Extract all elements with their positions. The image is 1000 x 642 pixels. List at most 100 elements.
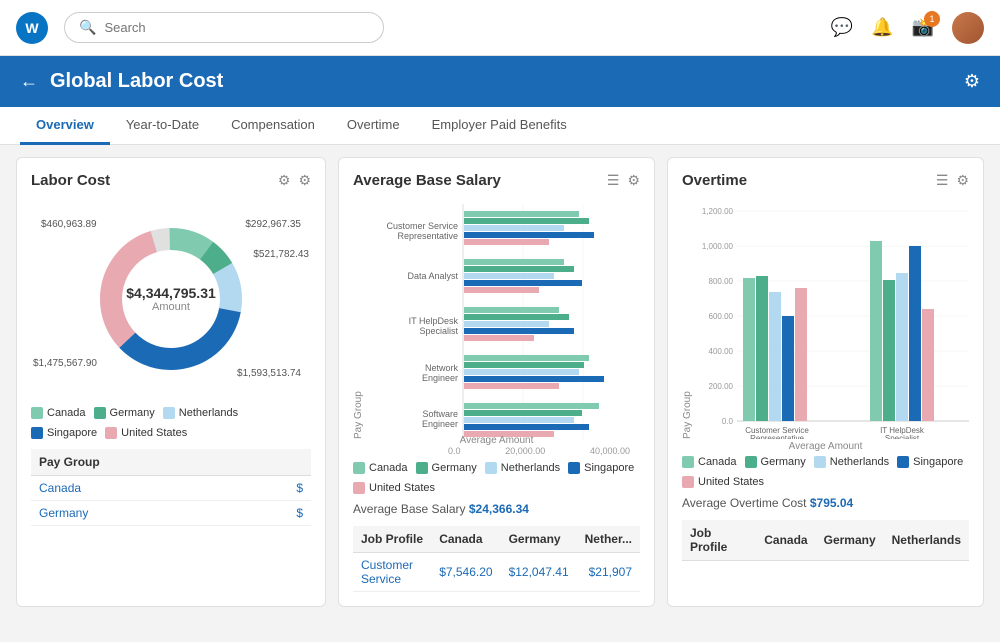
dot bbox=[745, 456, 757, 468]
x-val-20k: 20,000.00 bbox=[505, 446, 545, 456]
overtime-card: Overtime ☰ ⚙ Pay Group 1,200.00 1,000.00… bbox=[667, 157, 984, 607]
legend-dot-usa bbox=[105, 427, 117, 439]
bar bbox=[464, 410, 582, 416]
x-axis-values: 0.0 20,000.00 40,000.00 bbox=[353, 446, 640, 456]
y-axis-label-overtime: Pay Group bbox=[682, 199, 693, 439]
salary-col-canada: Canada bbox=[431, 526, 500, 553]
svg-text:Engineer: Engineer bbox=[422, 373, 458, 383]
x-axis-label-overtime: Average Amount bbox=[682, 441, 969, 452]
ot-col-jobprofile: Job Profile bbox=[682, 520, 756, 561]
legend-germany-ot: Germany bbox=[745, 456, 806, 468]
ot-bar bbox=[743, 278, 755, 421]
legend-singapore-salary: Singapore bbox=[568, 462, 634, 474]
avg-overtime-text: Average Overtime Cost bbox=[682, 496, 807, 510]
bell-icon[interactable]: 🔔 bbox=[871, 17, 893, 38]
bar bbox=[464, 225, 564, 231]
filter-icon[interactable]: ⚙︎ bbox=[278, 172, 291, 189]
settings-icon[interactable]: ⚙ bbox=[964, 71, 980, 92]
search-input[interactable] bbox=[104, 20, 369, 35]
bar bbox=[464, 376, 604, 382]
ot-col-germany: Germany bbox=[816, 520, 884, 561]
segment-label-canada: $460,963.89 bbox=[41, 219, 97, 230]
salary-table: Job Profile Canada Germany Nether... Cus… bbox=[353, 526, 640, 592]
main-content: Labor Cost ⚙︎ ⚙ $460,963.89 $292,967.35 … bbox=[0, 145, 1000, 619]
legend-canada-ot: Canada bbox=[682, 456, 737, 468]
overtime-header: Overtime ☰ ⚙ bbox=[682, 172, 969, 189]
legend-netherlands-ot: Netherlands bbox=[814, 456, 889, 468]
back-button[interactable]: ← bbox=[20, 71, 38, 92]
overtime-chart-area: Pay Group 1,200.00 1,000.00 800.00 600.0… bbox=[682, 199, 969, 439]
bar bbox=[464, 403, 599, 409]
tab-ytd[interactable]: Year-to-Date bbox=[110, 107, 215, 145]
tab-overtime[interactable]: Overtime bbox=[331, 107, 416, 145]
legend-singapore-ot: Singapore bbox=[897, 456, 963, 468]
paygroup-germany-amount: $ bbox=[247, 501, 311, 526]
svg-text:1,200.00: 1,200.00 bbox=[702, 207, 734, 216]
svg-text:Data Analyst: Data Analyst bbox=[407, 271, 458, 281]
salary-row-cs-neth: $21,907 bbox=[577, 553, 640, 592]
table-header-paygroup: Pay Group bbox=[31, 449, 247, 476]
dot bbox=[897, 456, 909, 468]
svg-text:1,000.00: 1,000.00 bbox=[702, 242, 734, 251]
ot-bar bbox=[896, 273, 908, 421]
filter-icon-overtime[interactable]: ☰ bbox=[936, 172, 949, 189]
overtime-bar-chart-svg: 1,200.00 1,000.00 800.00 600.00 400.00 2… bbox=[695, 199, 969, 439]
avg-salary-value: $24,366.34 bbox=[469, 502, 529, 516]
overtime-table: Job Profile Canada Germany Netherlands bbox=[682, 520, 969, 561]
nav-right: 💬 🔔 📸 1 bbox=[831, 12, 984, 44]
apps-icon[interactable]: 📸 1 bbox=[912, 17, 934, 38]
salary-row-cs-link[interactable]: Customer Service bbox=[361, 558, 413, 586]
dot bbox=[682, 456, 694, 468]
search-box[interactable]: 🔍 bbox=[64, 12, 384, 43]
filter-icon-salary[interactable]: ☰ bbox=[607, 172, 620, 189]
ot-bar bbox=[756, 276, 768, 421]
ot-bar bbox=[909, 246, 921, 421]
settings-icon-salary[interactable]: ⚙ bbox=[627, 172, 640, 189]
bar bbox=[464, 266, 574, 272]
salary-chart-area: Pay Group Customer Service Representativ… bbox=[353, 199, 640, 439]
x-val-0: 0.0 bbox=[448, 446, 461, 456]
svg-text:200.00: 200.00 bbox=[709, 382, 734, 391]
header-bar: ← Global Labor Cost ⚙ bbox=[0, 56, 1000, 107]
paygroup-germany-link[interactable]: Germany bbox=[39, 506, 88, 520]
svg-text:Software: Software bbox=[422, 409, 458, 419]
svg-text:Specialist: Specialist bbox=[419, 326, 458, 336]
settings-icon-labor[interactable]: ⚙ bbox=[298, 172, 311, 189]
dot bbox=[814, 456, 826, 468]
legend-canada-salary: Canada bbox=[353, 462, 408, 474]
segment-label-germany: $292,967.35 bbox=[245, 219, 301, 230]
table-row: Canada $ bbox=[31, 476, 311, 501]
overtime-legend: Canada Germany Netherlands Singapore Uni… bbox=[682, 456, 969, 488]
svg-text:Network: Network bbox=[425, 363, 459, 373]
salary-legend: Canada Germany Netherlands Singapore Uni… bbox=[353, 462, 640, 494]
salary-row-cs-canada: $7,546.20 bbox=[431, 553, 500, 592]
legend-label-netherlands: Netherlands bbox=[179, 407, 238, 419]
table-row: Germany $ bbox=[31, 501, 311, 526]
logo[interactable]: W bbox=[16, 12, 48, 44]
svg-text:IT HelpDesk: IT HelpDesk bbox=[409, 316, 459, 326]
ot-bar bbox=[870, 241, 882, 421]
tab-employer-paid[interactable]: Employer Paid Benefits bbox=[416, 107, 583, 145]
svg-text:Representative: Representative bbox=[397, 231, 458, 241]
legend-label-canada: Canada bbox=[47, 407, 86, 419]
tab-overview[interactable]: Overview bbox=[20, 107, 110, 145]
paygroup-canada-link[interactable]: Canada bbox=[39, 481, 81, 495]
bar bbox=[464, 211, 579, 217]
bar bbox=[464, 362, 584, 368]
paygroup-canada-amount: $ bbox=[247, 476, 311, 501]
tab-compensation[interactable]: Compensation bbox=[215, 107, 331, 145]
chat-icon[interactable]: 💬 bbox=[831, 17, 853, 38]
labor-cost-title: Labor Cost bbox=[31, 172, 110, 189]
avatar[interactable] bbox=[952, 12, 984, 44]
legend-netherlands: Netherlands bbox=[163, 407, 238, 419]
bar bbox=[464, 424, 589, 430]
dot bbox=[416, 462, 428, 474]
bar bbox=[464, 383, 559, 389]
dot bbox=[485, 462, 497, 474]
settings-icon-overtime[interactable]: ⚙ bbox=[956, 172, 969, 189]
bar bbox=[464, 218, 589, 224]
avg-salary-header: Average Base Salary ☰ ⚙ bbox=[353, 172, 640, 189]
ot-bar bbox=[782, 316, 794, 421]
bar bbox=[464, 355, 589, 361]
legend-usa-salary: United States bbox=[353, 482, 435, 494]
